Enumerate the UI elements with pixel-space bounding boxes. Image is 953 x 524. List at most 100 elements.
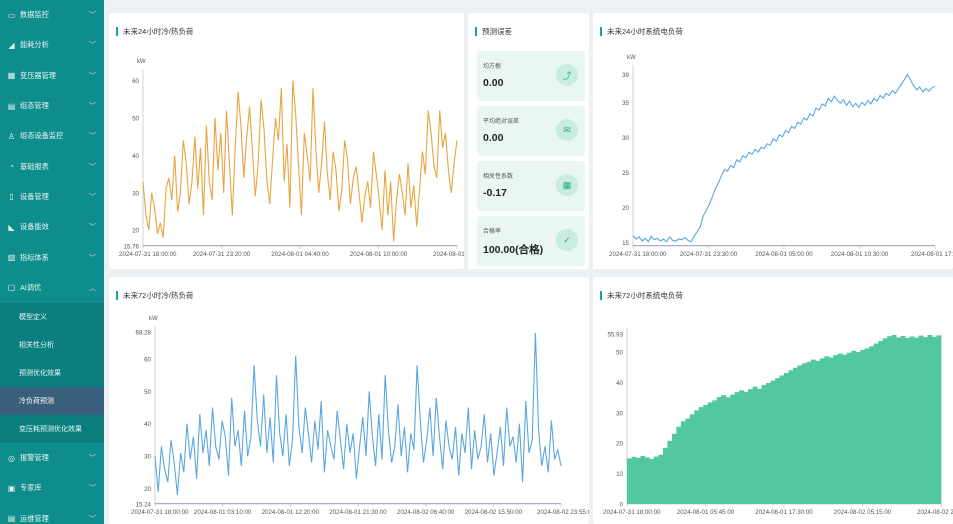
area-bar <box>801 363 807 504</box>
x-tick-label: 2024-08-02 2 <box>917 509 953 516</box>
y-tick-label: 68.28 <box>136 330 152 337</box>
area-bar <box>748 389 753 504</box>
area-bar <box>810 359 816 504</box>
area-bar <box>851 350 857 504</box>
sidebar-item-ai[interactable]: ▢ AI调优 ︿ <box>0 273 104 303</box>
x-tick-label: 2024-08-01 17:30:00 <box>755 509 813 516</box>
sidebar-item-label: 报警管理 <box>20 453 49 463</box>
area-bar <box>640 455 646 504</box>
panel-72h-electric-load: 未来72小时系统电负荷 55.93 50 40 30 20 10 0 2024-07-31 1… <box>593 277 953 524</box>
area-bar <box>806 361 812 504</box>
metric-value: -0.17 <box>483 187 507 199</box>
y-tick-label: 30 <box>622 135 629 142</box>
metric-label: 合格率 <box>483 229 502 235</box>
sidebar-item-transformer[interactable]: ▦ 变压器管理 ﹀ <box>0 61 104 91</box>
sidebar-item-expert[interactable]: ▣ 专家库 ﹀ <box>0 473 104 503</box>
x-tick-label: 2024-07-31 18:00:00 <box>603 509 661 516</box>
x-tick-label: 2024-07-31 23:20:00 <box>193 251 251 258</box>
y-tick-label: 60 <box>132 78 139 85</box>
area-bar <box>653 456 659 504</box>
metric-card: 均方根 0.00 ⤴ <box>477 51 585 101</box>
y-tick-label: 20 <box>132 228 139 235</box>
sidebar-item-monitor[interactable]: ▭ 数据监控 ﹀ <box>0 0 104 30</box>
chevron-down-icon: ﹀ <box>89 72 96 80</box>
analysis-icon: ◢ <box>8 40 15 50</box>
x-tick-label: 2024-07-31 18:00:00 <box>119 251 177 258</box>
metric-value: 100.00(合格) <box>483 244 544 256</box>
sidebar-item-alarm[interactable]: ◎ 报警管理 ﹀ <box>0 443 104 473</box>
y-tick-label: 30 <box>616 410 623 417</box>
sidebar-subitem[interactable]: 变压耗预测优化效果 <box>0 414 104 443</box>
chevron-down-icon: ﹀ <box>89 103 96 111</box>
area-bar <box>824 356 830 504</box>
sidebar-item-label: 设备管理 <box>20 191 49 201</box>
area-bar <box>797 365 803 504</box>
report-icon: ◔ <box>9 162 14 172</box>
sidebar-subitem[interactable]: 相关性分析 <box>0 330 104 359</box>
sidebar-item-device-monitor[interactable]: ♙ 组态设备监控 ﹀ <box>0 121 104 151</box>
area-bar <box>725 397 731 504</box>
sidebar-subitem[interactable]: 预测优化效果 <box>0 358 104 387</box>
chevron-down-icon: ﹀ <box>89 254 96 262</box>
sidebar-item-report[interactable]: ◔ 基础报表 ﹀ <box>0 151 104 181</box>
sidebar-item-config[interactable]: ▤ 组态管理 ﹀ <box>0 91 104 121</box>
area-bar <box>667 440 673 504</box>
x-tick-label: 2024-08-01 05:45:00 <box>677 509 735 516</box>
sidebar-item-label: 专家库 <box>20 483 42 493</box>
area-bar <box>923 337 928 504</box>
y-unit-label: kW <box>149 316 158 322</box>
panel-72h-thermal-load: 未来72小时冷/热负荷 68.28 60 50 40 30 20 15.24 kW 2024-0… <box>109 277 589 524</box>
panel-24h-electric-load: 未来24小时系统电负荷 39 35 30 25 20 15 kW 2024-07-31 18:… <box>593 13 953 269</box>
sidebar-item-label: 运维管理 <box>20 513 49 523</box>
area-bar <box>644 457 650 504</box>
area-bar <box>680 421 686 504</box>
y-tick-label: 30 <box>144 454 151 461</box>
area-bar <box>878 341 884 504</box>
area-bar <box>635 457 641 504</box>
x-tick-label: 2024-08-01 12:20:00 <box>262 509 320 516</box>
x-tick-label: 2024-08-01 10:00:00 <box>350 251 408 258</box>
area-bar <box>662 447 668 504</box>
sidebar-item-device[interactable]: ▯ 设备管理 ﹀ <box>0 182 104 212</box>
sidebar-item-index[interactable]: ▧ 指标体系 ﹀ <box>0 242 104 272</box>
y-tick-label: 20 <box>622 205 629 212</box>
area-bar <box>932 336 937 504</box>
chart-24h-thermal-load: 60 50 40 30 20 15.76 kW 2024-07-31 18:00:00 2024… <box>119 59 464 258</box>
x-tick-label: 2024-08-02 15:50:00 <box>465 509 523 516</box>
area-bar <box>734 392 740 504</box>
sidebar-subitem[interactable]: 冷负荷预测 <box>0 386 104 415</box>
message-icon: ✉ <box>556 119 578 141</box>
sidebar-item-label: 基础报表 <box>20 161 49 171</box>
metric-label: 相关性系数 <box>483 174 514 180</box>
sidebar-item-label: 能耗分析 <box>20 40 49 50</box>
area-bar <box>860 349 866 504</box>
sidebar-item-analysis[interactable]: ◢ 能耗分析 ﹀ <box>0 30 104 60</box>
sidebar-item-ops[interactable]: ▤ 运维管理 ﹀ <box>0 504 104 524</box>
sidebar-subitem[interactable]: 模型定义 <box>0 302 104 331</box>
y-unit-label: kW <box>137 59 146 65</box>
area-bar <box>752 386 758 504</box>
chart-up-icon: ⤴ <box>556 64 578 86</box>
area-bar <box>788 370 794 504</box>
area-bar <box>779 375 785 504</box>
sidebar-item-efficiency[interactable]: ◣ 设备能效 ﹀ <box>0 212 104 242</box>
area-bar <box>721 395 727 504</box>
x-tick-label: 2024-07-31 23:30:00 <box>680 251 738 258</box>
area-bar <box>730 394 736 504</box>
chevron-down-icon: ﹀ <box>89 12 96 20</box>
x-tick-label: 2024-08-01 05:00:00 <box>755 251 813 258</box>
y-tick-label: 55.93 <box>608 332 624 339</box>
area-bar <box>743 391 749 504</box>
config-icon: ▤ <box>7 101 16 111</box>
area-bar <box>775 378 780 504</box>
y-tick-label: 15.24 <box>136 502 152 509</box>
chevron-down-icon: ﹀ <box>89 42 96 50</box>
series-line <box>154 332 562 496</box>
area-bar <box>873 343 879 504</box>
area-bar <box>864 348 870 504</box>
area-bar <box>936 335 942 504</box>
chevron-down-icon: ﹀ <box>89 133 96 141</box>
chevron-down-icon: ﹀ <box>89 455 96 463</box>
sidebar-item-label: 数据监控 <box>20 10 49 20</box>
x-tick-label: 2024-08-02 06:40:00 <box>397 509 455 516</box>
